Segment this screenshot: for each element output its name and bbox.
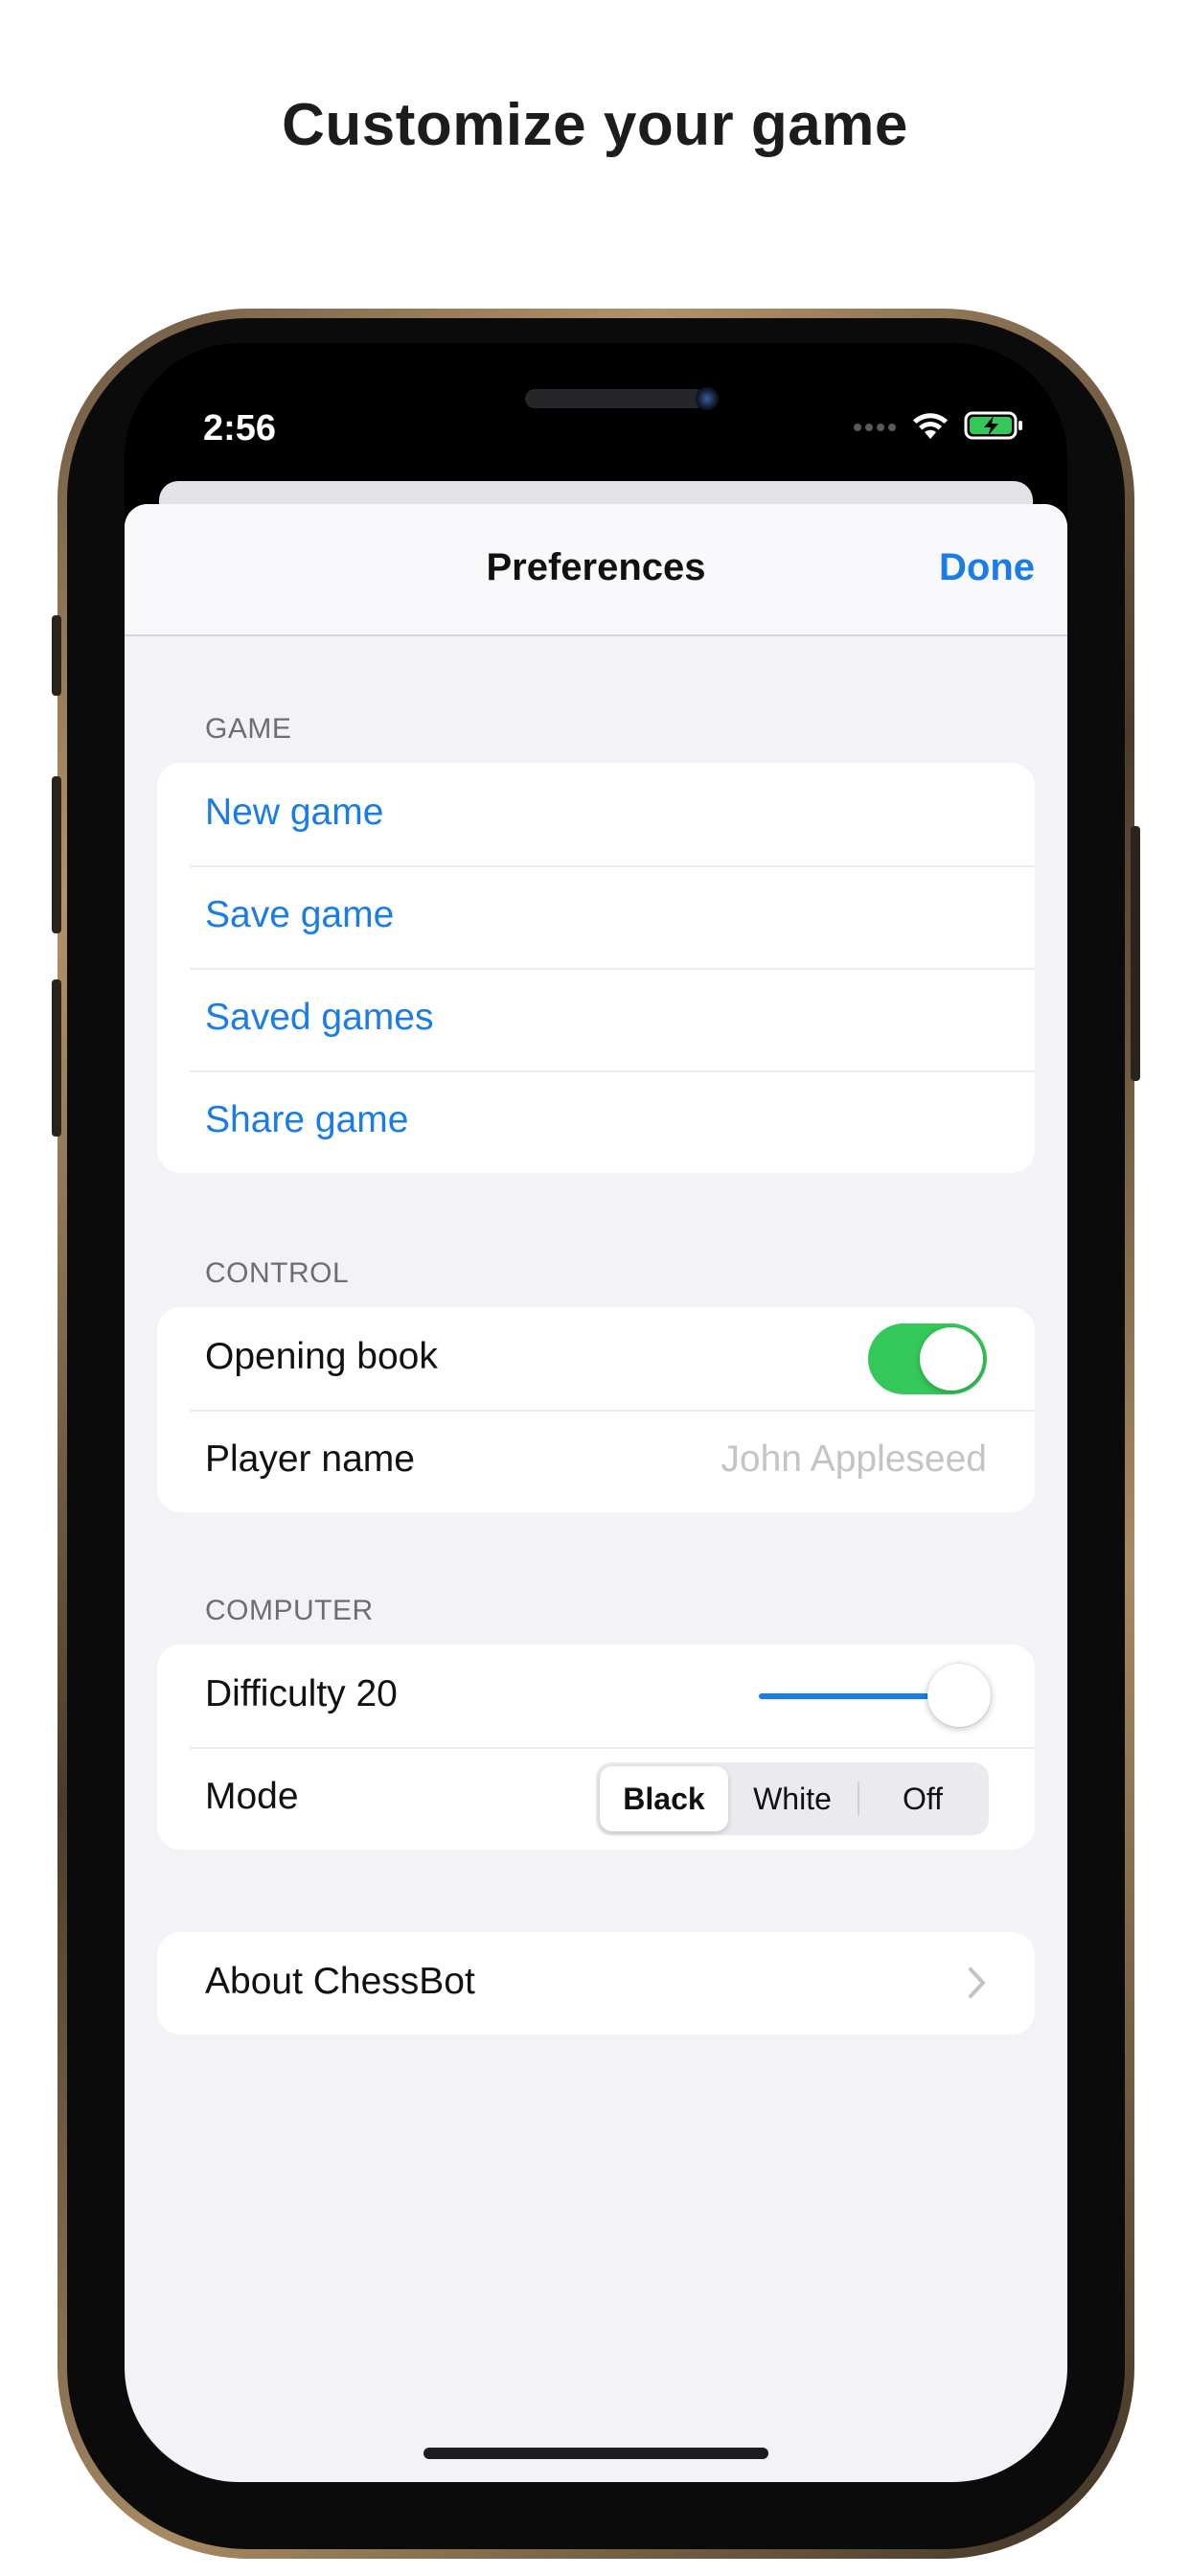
player-name-row: Player name John Appleseed — [157, 1410, 1035, 1512]
mode-option-off[interactable]: Off — [858, 1766, 987, 1831]
mute-switch — [52, 615, 61, 696]
player-name-label: Player name — [205, 1438, 415, 1480]
preferences-sheet: Preferences Done GAME New game Save game… — [125, 504, 1067, 2482]
phone-screen: 2:56 Preferences Done GAME New game Save… — [125, 343, 1067, 2482]
control-group: Opening book Player name John Appleseed — [157, 1307, 1035, 1512]
new-game-row[interactable]: New game — [157, 763, 1035, 865]
save-game-label: Save game — [205, 894, 395, 935]
nav-title: Preferences — [486, 546, 706, 588]
earpiece-speaker — [525, 389, 705, 408]
mode-row: Mode Black White Off — [157, 1747, 1035, 1850]
share-game-label: Share game — [205, 1099, 409, 1140]
share-game-row[interactable]: Share game — [157, 1070, 1035, 1173]
new-game-label: New game — [205, 792, 384, 833]
difficulty-row: Difficulty 20 — [157, 1644, 1035, 1747]
mode-segmented-control: Black White Off — [596, 1762, 989, 1835]
cellular-signal-icon — [854, 424, 896, 431]
section-header-game: GAME — [205, 713, 292, 745]
difficulty-slider-thumb[interactable] — [927, 1664, 991, 1727]
player-name-field[interactable]: John Appleseed — [721, 1438, 987, 1481]
mode-option-white[interactable]: White — [728, 1766, 857, 1831]
volume-up-button — [52, 776, 61, 933]
section-header-computer: COMPUTER — [205, 1595, 374, 1626]
saved-games-label: Saved games — [205, 997, 434, 1038]
difficulty-label: Difficulty 20 — [205, 1673, 398, 1714]
done-button[interactable]: Done — [939, 546, 1035, 589]
status-indicators — [853, 410, 1025, 441]
navigation-bar: Preferences Done — [125, 504, 1067, 636]
opening-book-toggle[interactable] — [868, 1323, 987, 1394]
saved-games-row[interactable]: Saved games — [157, 968, 1035, 1070]
toggle-knob — [920, 1327, 983, 1391]
about-row[interactable]: About ChessBot — [157, 1932, 1035, 2035]
power-button — [1131, 826, 1140, 1081]
game-group: New game Save game Saved games Share gam… — [157, 763, 1035, 1173]
mode-label: Mode — [205, 1776, 299, 1817]
about-group: About ChessBot — [157, 1932, 1035, 2035]
front-camera — [696, 387, 719, 410]
about-label: About ChessBot — [205, 1961, 475, 2002]
computer-group: Difficulty 20 Mode Black White Off — [157, 1644, 1035, 1850]
battery-charging-icon — [964, 411, 1022, 440]
volume-down-button — [52, 979, 61, 1137]
section-header-control: CONTROL — [205, 1257, 350, 1289]
mode-option-black[interactable]: Black — [600, 1766, 728, 1831]
headline: Customize your game — [282, 92, 908, 158]
wifi-icon — [913, 413, 948, 439]
status-time: 2:56 — [203, 408, 277, 448]
save-game-row[interactable]: Save game — [157, 865, 1035, 968]
chevron-right-icon — [969, 1967, 985, 1998]
opening-book-row: Opening book — [157, 1307, 1035, 1410]
home-indicator[interactable] — [423, 2448, 768, 2459]
opening-book-label: Opening book — [205, 1336, 438, 1377]
